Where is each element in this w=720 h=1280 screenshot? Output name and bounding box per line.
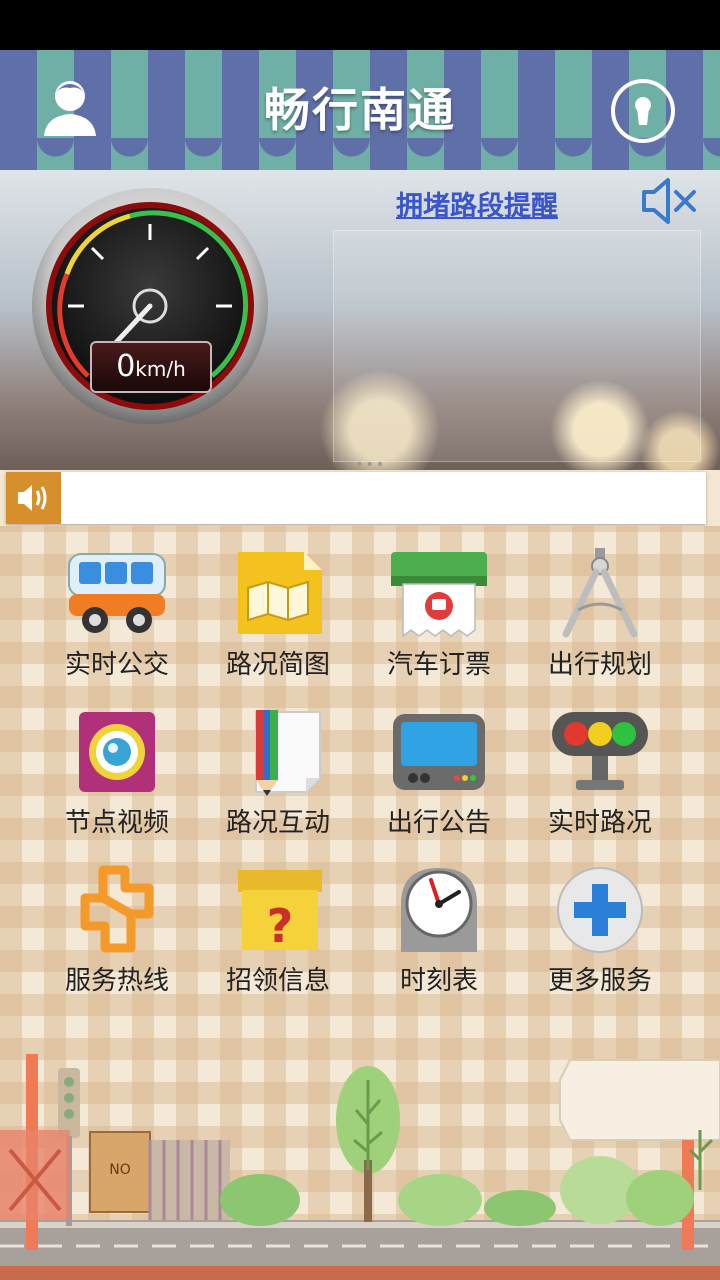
status-bar	[0, 0, 720, 50]
tile-label: 招领信息	[225, 966, 330, 996]
login-button[interactable]	[610, 78, 676, 144]
plus-icon	[557, 867, 643, 953]
pencil-note-icon	[255, 710, 321, 796]
speed-value: 0	[116, 349, 136, 384]
video-page-dots: ••••	[345, 457, 387, 470]
question-box-icon: ?	[238, 870, 322, 953]
keyhole-icon	[611, 79, 675, 143]
tile-traffic-map[interactable]: 路况简图	[208, 548, 348, 708]
tile-more-services[interactable]: 更多服务	[530, 864, 670, 1024]
ticker-speaker-icon	[6, 472, 61, 524]
tile-label: 路况简图	[225, 650, 330, 680]
tile-label: 出行规划	[547, 650, 652, 680]
tile-label: 汽车订票	[386, 650, 491, 680]
bus-icon	[68, 553, 166, 633]
tile-timetable[interactable]: 时刻表	[369, 864, 509, 1024]
tile-trip-planning[interactable]: 出行规划	[530, 548, 670, 708]
tile-label: 节点视频	[64, 808, 169, 838]
user-icon	[44, 81, 96, 136]
tile-lost-found[interactable]: ? 招领信息	[208, 864, 348, 1024]
mute-button[interactable]	[640, 176, 700, 226]
video-panel[interactable]	[333, 230, 701, 462]
user-button[interactable]	[42, 78, 98, 138]
tile-label: 路况互动	[225, 808, 330, 838]
tile-service-hotline[interactable]: 服务热线	[47, 864, 187, 1024]
speed-unit: km/h	[135, 357, 186, 381]
svg-text:?: ?	[267, 899, 294, 953]
hero-panel: •••• 拥堵路段提醒 0km/h	[0, 170, 720, 470]
map-icon	[238, 552, 322, 634]
traffic-light-icon	[552, 712, 648, 790]
tile-label: 更多服务	[547, 966, 652, 996]
tile-label: 实时公交	[64, 650, 169, 680]
tile-label: 服务热线	[64, 966, 169, 996]
street-scene-illustration: NO	[0, 1054, 720, 1280]
ticket-icon	[391, 552, 487, 638]
speaker-mute-icon	[642, 178, 696, 224]
compass-icon	[562, 548, 638, 638]
display-icon	[393, 714, 485, 790]
hotline-logo-icon	[80, 865, 154, 953]
tile-bus-ticket[interactable]: 汽车订票	[369, 548, 509, 708]
speed-readout: 0km/h	[90, 341, 212, 393]
camera-icon	[79, 712, 155, 792]
tile-travel-notice[interactable]: 出行公告	[369, 706, 509, 866]
tile-label: 时刻表	[399, 966, 478, 996]
congestion-alert-link[interactable]: 拥堵路段提醒	[396, 184, 558, 223]
tile-traffic-interaction[interactable]: 路况互动	[208, 706, 348, 866]
tile-realtime-traffic[interactable]: 实时路况	[530, 706, 670, 866]
scene-sign-text: NO	[109, 1162, 131, 1178]
tile-label: 实时路况	[547, 808, 652, 838]
tile-label: 出行公告	[386, 808, 491, 838]
tile-node-video[interactable]: 节点视频	[47, 706, 187, 866]
clock-icon	[401, 868, 477, 952]
tile-realtime-bus[interactable]: 实时公交	[47, 548, 187, 708]
news-ticker[interactable]	[6, 472, 706, 524]
